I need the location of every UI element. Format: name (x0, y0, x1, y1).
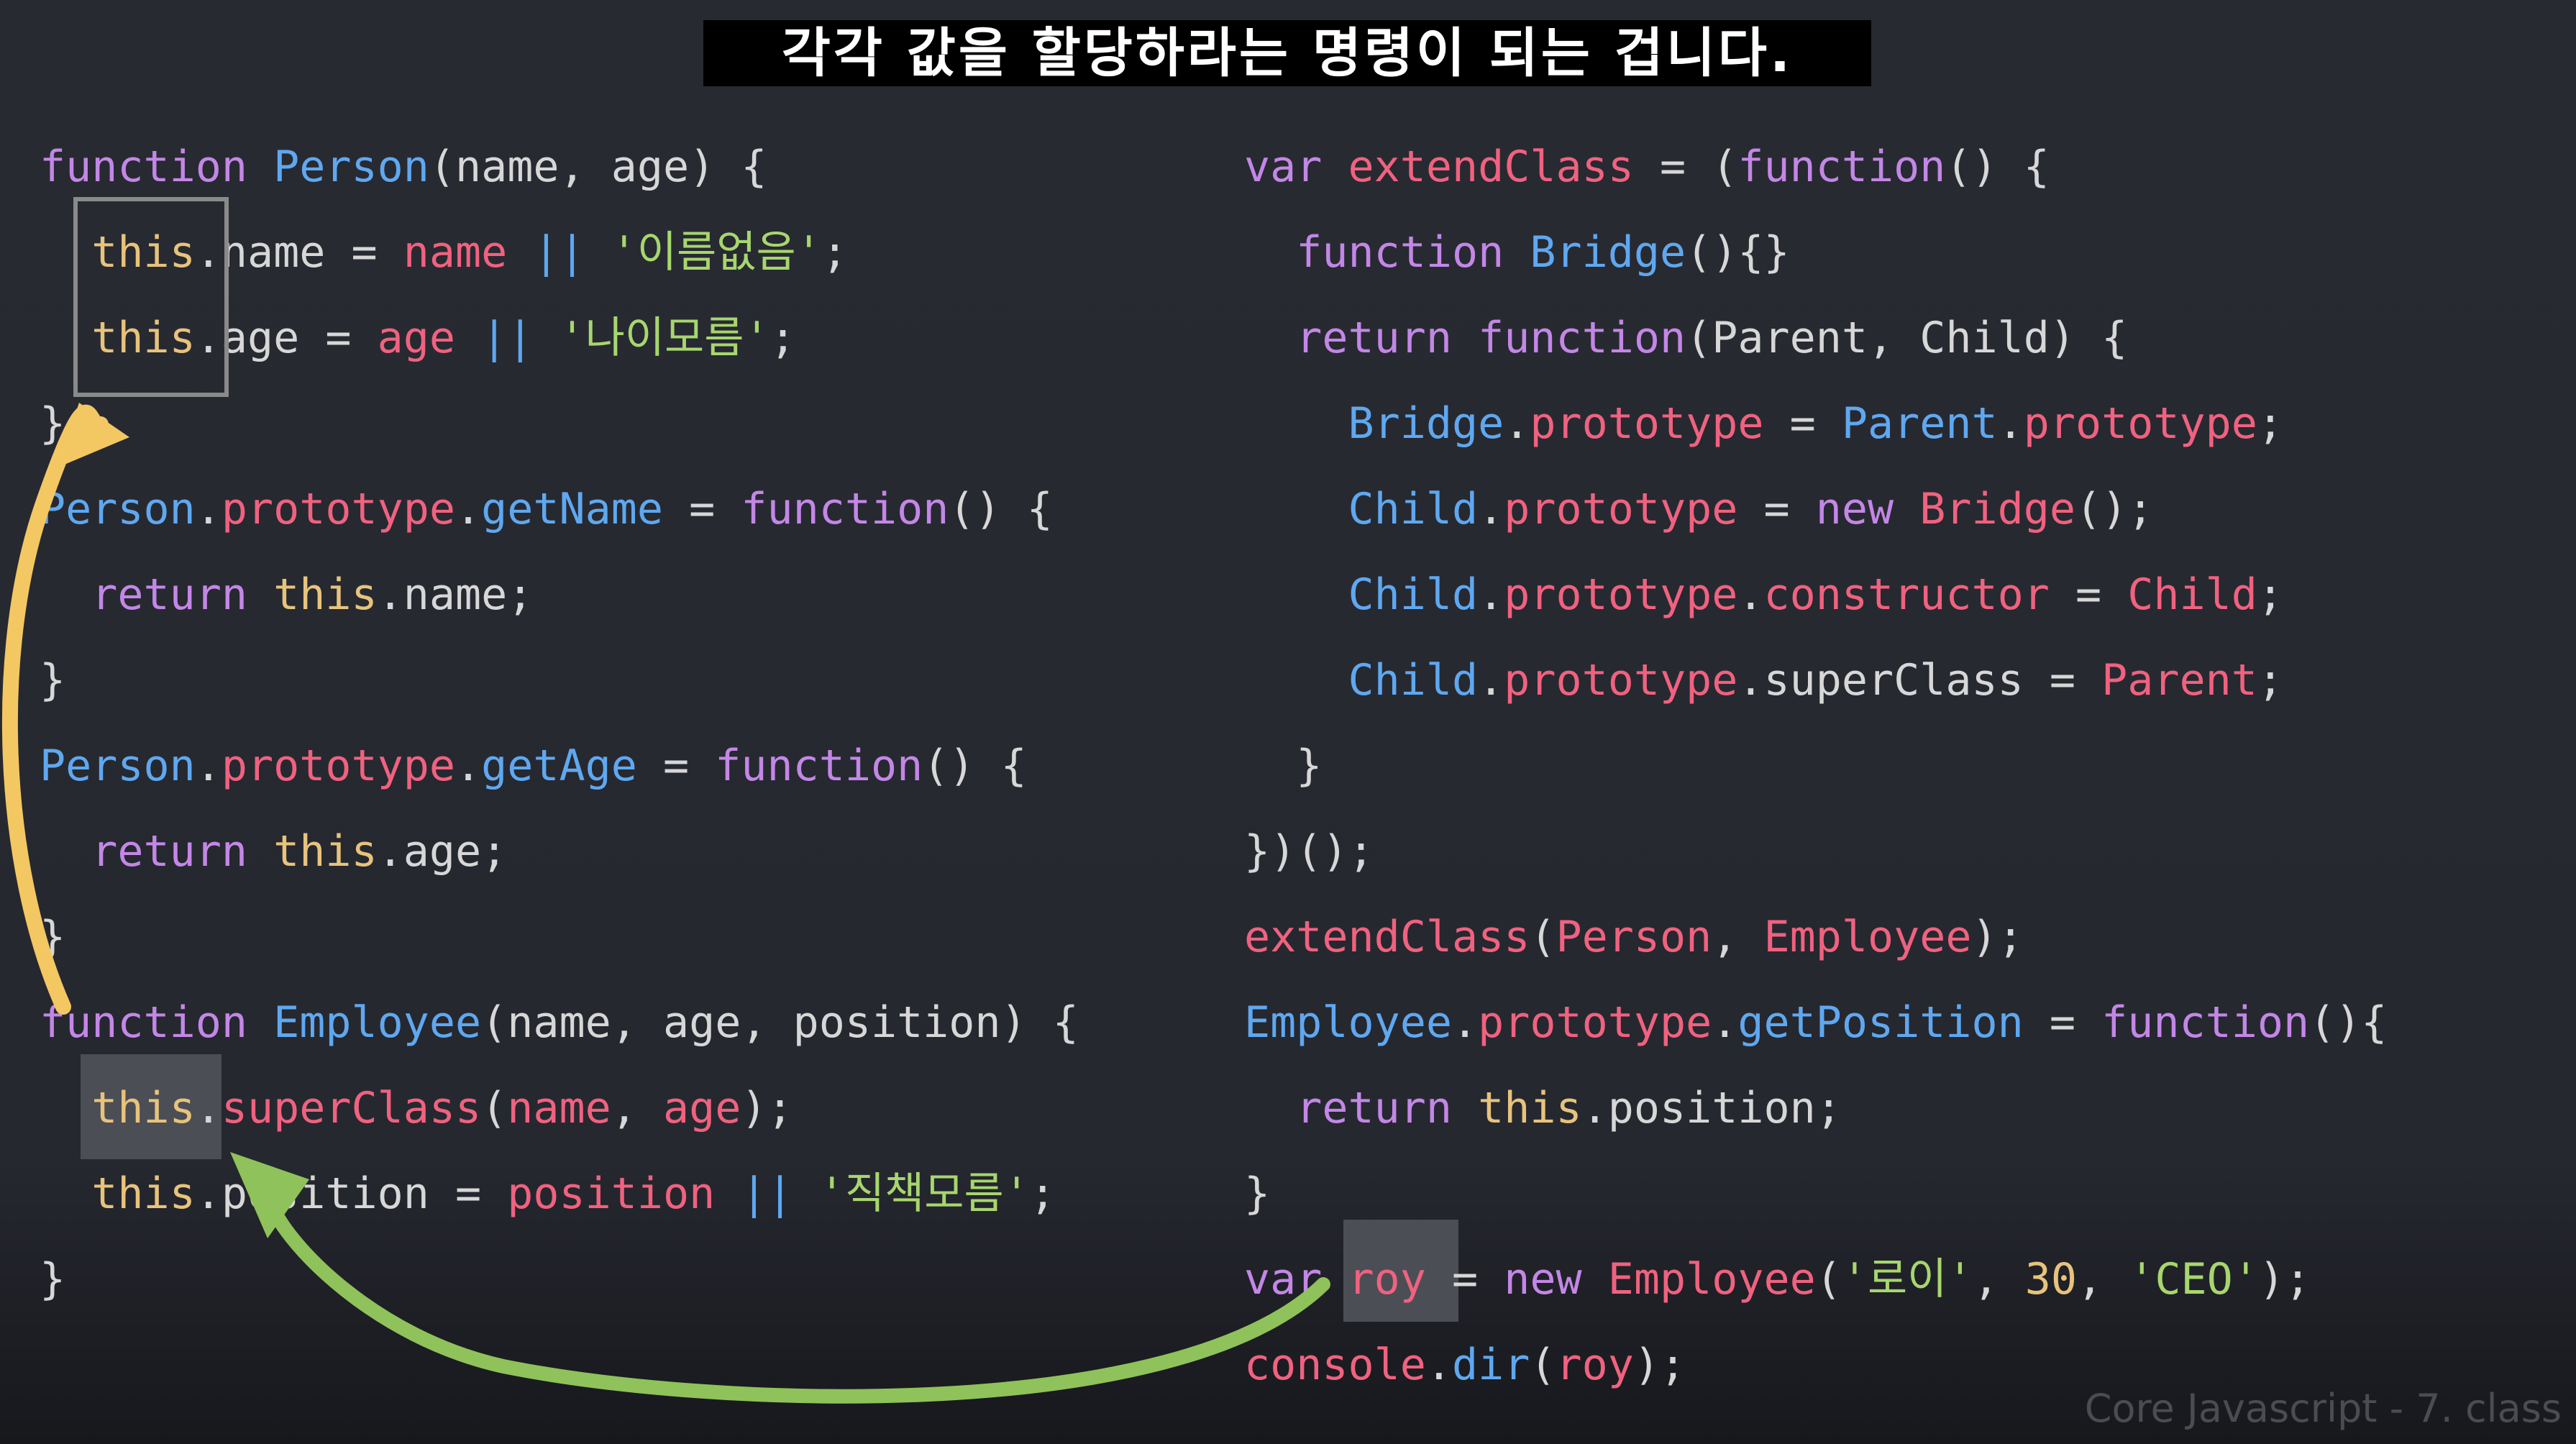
green-arrow (266, 1201, 1330, 1404)
yellow-arrow (1, 404, 109, 1015)
green-arrowhead (230, 1152, 309, 1238)
annotation-arrows (1, 403, 1330, 1404)
watermark-text: Core Javascript - 7. class (2084, 1386, 2562, 1431)
video-frame: 각각 값을 할당하라는 명령이 되는 겁니다. function Person(… (0, 0, 2576, 1444)
